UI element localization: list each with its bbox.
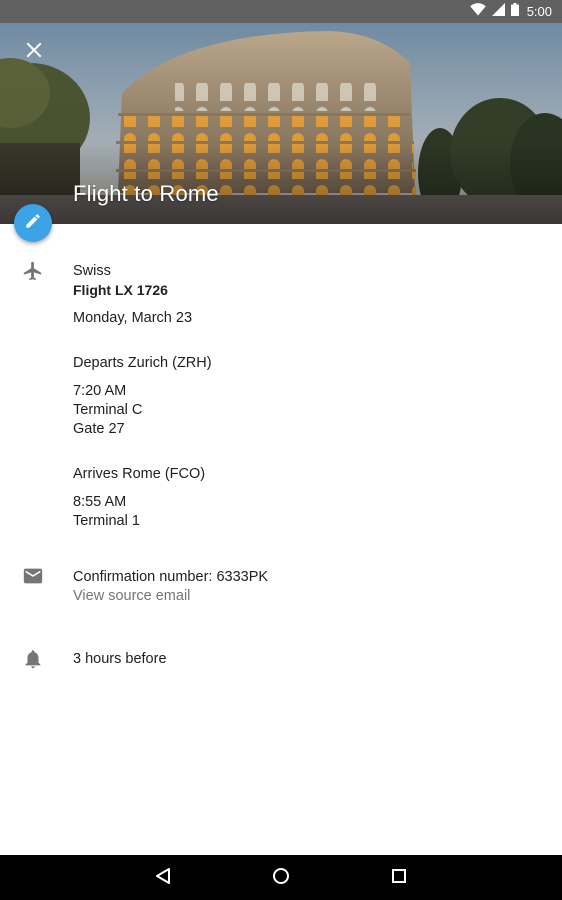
reminder-setting[interactable]: 3 hours before: [73, 650, 167, 669]
confirmation-number: Confirmation number: 6333PK: [73, 569, 269, 585]
departure-terminal: Terminal C: [73, 402, 143, 418]
navigation-bar: [0, 855, 562, 900]
close-button[interactable]: [22, 38, 46, 62]
recents-square-icon: [391, 868, 407, 889]
airplane-icon: [22, 260, 44, 282]
arrival-terminal: Terminal 1: [73, 513, 140, 529]
back-triangle-icon: [154, 867, 172, 890]
page-title: Flight to Rome: [73, 181, 219, 206]
flight-date: Monday, March 23: [73, 310, 193, 326]
status-bar: 5:00: [0, 0, 562, 23]
status-icons: 5:00: [469, 2, 552, 21]
home-button[interactable]: [269, 866, 293, 890]
departure-time: 7:20 AM: [73, 383, 127, 399]
recents-button[interactable]: [387, 866, 411, 890]
flight-number: Flight LX 1726: [73, 282, 168, 298]
airline-name: Swiss: [73, 263, 111, 279]
arrival-time: 8:55 AM: [73, 494, 127, 510]
close-icon: [22, 42, 46, 66]
arrival-heading: Arrives Rome (FCO): [73, 466, 206, 482]
edit-pencil-icon: [24, 212, 42, 235]
departure-gate: Gate 27: [73, 421, 125, 437]
hero-header: Flight to Rome: [0, 23, 562, 224]
status-time: 5:00: [526, 4, 552, 19]
view-source-email-link[interactable]: View source email: [73, 587, 190, 606]
edit-button[interactable]: [14, 204, 52, 242]
wifi-icon: [469, 2, 486, 21]
bell-icon: [22, 648, 44, 670]
departure-heading: Departs Zurich (ZRH): [73, 355, 212, 371]
back-button[interactable]: [151, 866, 175, 890]
cellular-signal-icon: [491, 2, 505, 21]
email-icon: [22, 565, 44, 587]
home-circle-icon: [272, 867, 290, 890]
battery-icon: [510, 2, 519, 21]
